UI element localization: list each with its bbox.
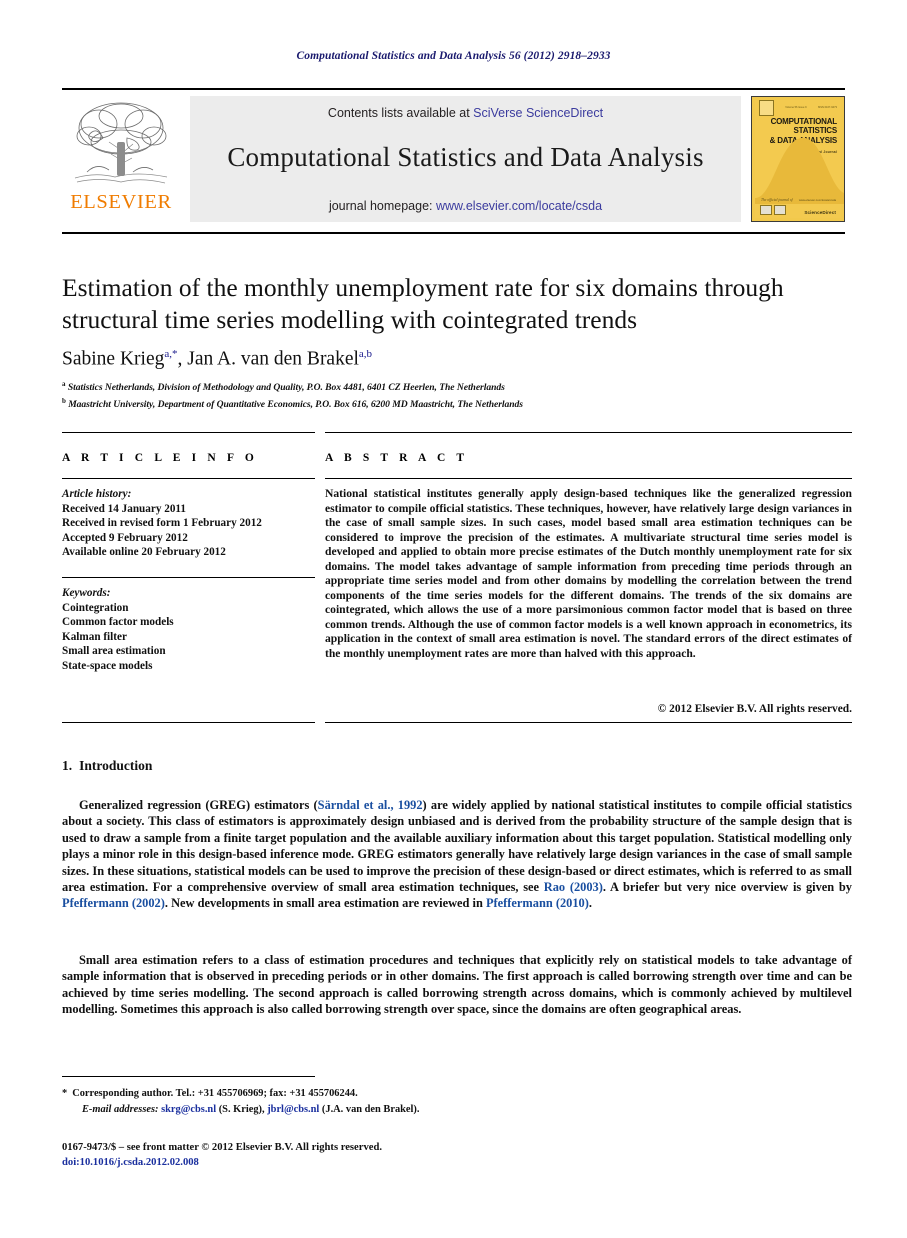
header-rule-top — [62, 88, 845, 90]
info-rule-top — [62, 432, 315, 433]
email-link-brakel[interactable]: jbrl@cbs.nl — [267, 1104, 319, 1115]
keyword-item: State-space models — [62, 659, 153, 672]
abstract-rule-top — [325, 432, 852, 433]
header-rule-bottom — [62, 232, 845, 234]
history-item-online: Available online 20 February 2012 — [62, 546, 226, 559]
affiliation-b-mark: b — [62, 397, 66, 405]
footnote-rule — [62, 1076, 315, 1077]
cover-url-note: www.elsevier.com/locate/csda — [798, 198, 836, 202]
email-link-krieg[interactable]: skrg@cbs.nl — [161, 1104, 216, 1115]
section-number: 1. — [62, 758, 73, 773]
intro-paragraph-1: Generalized regression (GREG) estimators… — [62, 797, 852, 912]
corresponding-author-text: Corresponding author. Tel.: +31 45570696… — [72, 1088, 358, 1099]
elsevier-wordmark: ELSEVIER — [70, 191, 172, 213]
keyword-item: Small area estimation — [62, 645, 166, 658]
author-list: Sabine Kriega,*, Jan A. van den Brakela,… — [62, 348, 373, 370]
cover-sciencedirect-label: ScienceDirect — [804, 210, 836, 215]
article-history-label: Article history: — [62, 488, 132, 500]
page-title: Estimation of the monthly unemployment r… — [62, 273, 784, 334]
homepage-prefix: journal homepage: — [328, 199, 436, 213]
citation-pfeffermann-2010[interactable]: Pfeffermann (2010) — [486, 896, 589, 910]
email-owner-brakel: (J.A. van den Brakel). — [321, 1103, 420, 1115]
affiliation-b-text: Maastricht University, Department of Qua… — [68, 399, 523, 411]
footnote-corresponding-author: * Corresponding author. Tel.: +31 4557069… — [62, 1086, 762, 1102]
cover-issn-note: ISSN 0167-9473 — [817, 106, 837, 109]
footnote-block: * Corresponding author. Tel.: +31 4557069… — [62, 1086, 762, 1117]
cover-title-line1: COMPUTATIONAL — [770, 117, 838, 126]
affiliation-a-text: Statistics Netherlands, Division of Meth… — [67, 382, 505, 394]
elsevier-logo: ELSEVIER — [62, 96, 180, 222]
journal-homepage-line: journal homepage: www.elsevier.com/locat… — [329, 199, 602, 213]
keywords-rule — [62, 577, 315, 578]
imprint-block: 0167-9473/$ – see front matter © 2012 El… — [62, 1140, 762, 1170]
email-addresses-label: E-mail addresses: — [82, 1103, 159, 1115]
intro-p1-part3: . A briefer but very nice overview is gi… — [602, 880, 852, 895]
journal-cover-thumbnail: Volume 56 Issue 9 ISSN 0167-9473 COMPUTA… — [751, 96, 845, 222]
intro-p1-part5: . — [588, 896, 592, 911]
doi-link[interactable]: doi:10.1016/j.csda.2012.02.008 — [62, 1155, 762, 1170]
cover-curve-graphic — [755, 137, 844, 204]
keyword-item: Common factor models — [62, 616, 174, 629]
footnote-emails: E-mail addresses: skrg@cbs.nl (S. Krieg)… — [62, 1102, 762, 1118]
info-rule-end — [62, 722, 315, 723]
contents-available-line: Contents lists available at SciVerse Sci… — [328, 106, 603, 120]
keyword-item: Kalman filter — [62, 630, 127, 643]
citation-sarndal[interactable]: Särndal et al., 1992 — [318, 798, 423, 812]
section-heading-introduction: 1. Introduction — [62, 758, 152, 774]
history-item-revised: Received in revised form 1 February 2012 — [62, 517, 262, 530]
cover-volume-note: Volume 56 Issue 9 — [785, 106, 807, 109]
author-marks-2: a,b — [358, 348, 373, 360]
cover-bottom: ScienceDirect — [760, 205, 836, 215]
affiliation-b: b Maastricht University, Department of Q… — [62, 397, 852, 410]
sciencedirect-link[interactable]: SciVerse ScienceDirect — [473, 106, 603, 120]
history-item-received: Received 14 January 2011 — [62, 502, 186, 515]
journal-homepage-link[interactable]: www.elsevier.com/locate/csda — [436, 199, 602, 213]
cover-badge-icon-2 — [773, 205, 786, 215]
citation-pfeffermann-2002[interactable]: Pfeffermann (2002) — [62, 896, 165, 910]
abstract-heading: A B S T R A C T — [325, 452, 469, 464]
elsevier-tree-icon — [74, 102, 168, 184]
intro-p2-text: Small area estimation refers to a class … — [62, 953, 852, 1017]
intro-paragraph-2: Small area estimation refers to a class … — [62, 952, 852, 1018]
keywords-label: Keywords: — [62, 587, 111, 599]
article-history: Article history: Received 14 January 201… — [62, 487, 315, 560]
section-title: Introduction — [79, 758, 153, 773]
keyword-item: Cointegration — [62, 601, 129, 614]
history-item-accepted: Accepted 9 February 2012 — [62, 531, 188, 544]
abstract-text: National statistical institutes generall… — [325, 487, 852, 661]
keywords-block: Keywords: Cointegration Common factor mo… — [62, 586, 315, 674]
author-marks-1: a,* — [164, 348, 178, 360]
cover-badges — [760, 205, 786, 215]
article-info-heading: A R T I C L E I N F O — [62, 452, 258, 464]
journal-header: ELSEVIER Contents lists available at Sci… — [62, 88, 845, 222]
info-rule-second — [62, 478, 315, 479]
journal-title: Computational Statistics and Data Analys… — [227, 142, 704, 172]
abstract-copyright: © 2012 Elsevier B.V. All rights reserved… — [657, 703, 852, 715]
intro-p1-part4: . New developments in small area estimat… — [164, 896, 486, 911]
cover-quote: The official journal of — [761, 198, 793, 202]
author-name-2: Jan A. van den Brakel — [187, 348, 359, 370]
contents-prefix: Contents lists available at — [327, 106, 474, 120]
abstract-rule-second — [325, 478, 852, 479]
email-owner-krieg: (S. Krieg), — [218, 1103, 265, 1115]
cover-topbar: Volume 56 Issue 9 ISSN 0167-9473 — [759, 99, 837, 116]
running-head: Computational Statistics and Data Analys… — [296, 50, 611, 62]
author-name-1: Sabine Krieg — [62, 348, 165, 370]
contents-panel: Contents lists available at SciVerse Sci… — [190, 96, 741, 222]
paper-page: Computational Statistics and Data Analys… — [0, 0, 907, 1238]
affiliation-a: a Statistics Netherlands, Division of Me… — [62, 380, 852, 393]
citation-rao[interactable]: Rao (2003) — [544, 880, 603, 894]
cover-publisher-mark — [759, 99, 774, 116]
intro-p1-part1: Generalized regression (GREG) estimators… — [79, 798, 318, 812]
asterisk-icon: * — [62, 1088, 68, 1099]
imprint-front-matter: 0167-9473/$ – see front matter © 2012 El… — [62, 1142, 382, 1153]
abstract-rule-end — [325, 722, 852, 723]
affiliation-a-mark: a — [62, 380, 66, 388]
cover-badge-icon — [760, 205, 772, 215]
